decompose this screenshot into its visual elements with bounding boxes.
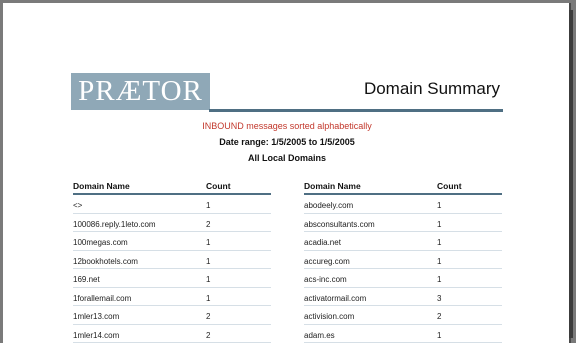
domain-cell: absconsultants.com [304, 220, 375, 229]
domain-cell: accureg.com [304, 257, 350, 266]
report-title: Domain Summary [333, 79, 500, 99]
domain-cell: adam.es [304, 331, 335, 340]
count-cell: 1 [206, 294, 210, 303]
count-cell: 2 [437, 312, 441, 321]
table-row: accureg.com 1 [304, 251, 502, 270]
domain-cell: activision.com [304, 312, 354, 321]
count-cell: 1 [437, 238, 441, 247]
count-cell: 1 [206, 257, 210, 266]
count-cell: 1 [437, 257, 441, 266]
count-cell: 1 [437, 220, 441, 229]
page-shadow [569, 10, 573, 338]
count-cell: 2 [206, 220, 210, 229]
count-cell: 1 [206, 201, 210, 210]
domain-cell: activatormail.com [304, 294, 366, 303]
column-count: Count [437, 181, 462, 191]
domain-cell: abodeely.com [304, 201, 353, 210]
table-header: Domain Name Count [73, 181, 271, 195]
column-domain-name: Domain Name [304, 181, 361, 191]
domain-scope: All Local Domains [71, 153, 503, 163]
table-row: 1forallemail.com 1 [73, 288, 271, 307]
domain-cell: 100086.reply.1leto.com [73, 220, 156, 229]
count-cell: 1 [206, 238, 210, 247]
domain-cell: acadia.net [304, 238, 341, 247]
domain-cell: <> [73, 201, 82, 210]
table-row: 1mler13.com 2 [73, 306, 271, 325]
table-row: abodeely.com 1 [304, 195, 502, 214]
table-row: 1mler14.com 2 [73, 325, 271, 343]
domain-cell: 12bookhotels.com [73, 257, 138, 266]
table-row: acadia.net 1 [304, 232, 502, 251]
report-subtitle: INBOUND messages sorted alphabetically [71, 121, 503, 131]
table-row: 169.net 1 [73, 269, 271, 288]
column-count: Count [206, 181, 231, 191]
domain-cell: 169.net [73, 275, 100, 284]
table-row: acs-inc.com 1 [304, 269, 502, 288]
table-row: absconsultants.com 1 [304, 214, 502, 233]
title-divider [209, 109, 503, 112]
count-cell: 1 [437, 331, 441, 340]
table-row: activatormail.com 3 [304, 288, 502, 307]
count-cell: 1 [437, 275, 441, 284]
domain-table-right: Domain Name Count abodeely.com 1 absconsu… [304, 181, 502, 343]
domain-cell: 1mler14.com [73, 331, 119, 340]
count-cell: 1 [206, 275, 210, 284]
praetor-logo: PRÆTOR [71, 73, 210, 110]
date-range: Date range: 1/5/2005 to 1/5/2005 [71, 137, 503, 147]
domain-cell: 1mler13.com [73, 312, 119, 321]
count-cell: 2 [206, 331, 210, 340]
report-page: PRÆTOR Domain Summary INBOUND messages s… [3, 3, 571, 343]
table-row: adam.es 1 [304, 325, 502, 343]
count-cell: 3 [437, 294, 441, 303]
table-header: Domain Name Count [304, 181, 502, 195]
domain-cell: 1forallemail.com [73, 294, 131, 303]
count-cell: 1 [437, 201, 441, 210]
table-row: 12bookhotels.com 1 [73, 251, 271, 270]
table-row: 100086.reply.1leto.com 2 [73, 214, 271, 233]
table-row: 100megas.com 1 [73, 232, 271, 251]
domain-table-left: Domain Name Count <> 1 100086.reply.1leto… [73, 181, 271, 343]
table-row: activision.com 2 [304, 306, 502, 325]
column-domain-name: Domain Name [73, 181, 130, 191]
domain-cell: 100megas.com [73, 238, 128, 247]
domain-cell: acs-inc.com [304, 275, 347, 284]
count-cell: 2 [206, 312, 210, 321]
table-row: <> 1 [73, 195, 271, 214]
